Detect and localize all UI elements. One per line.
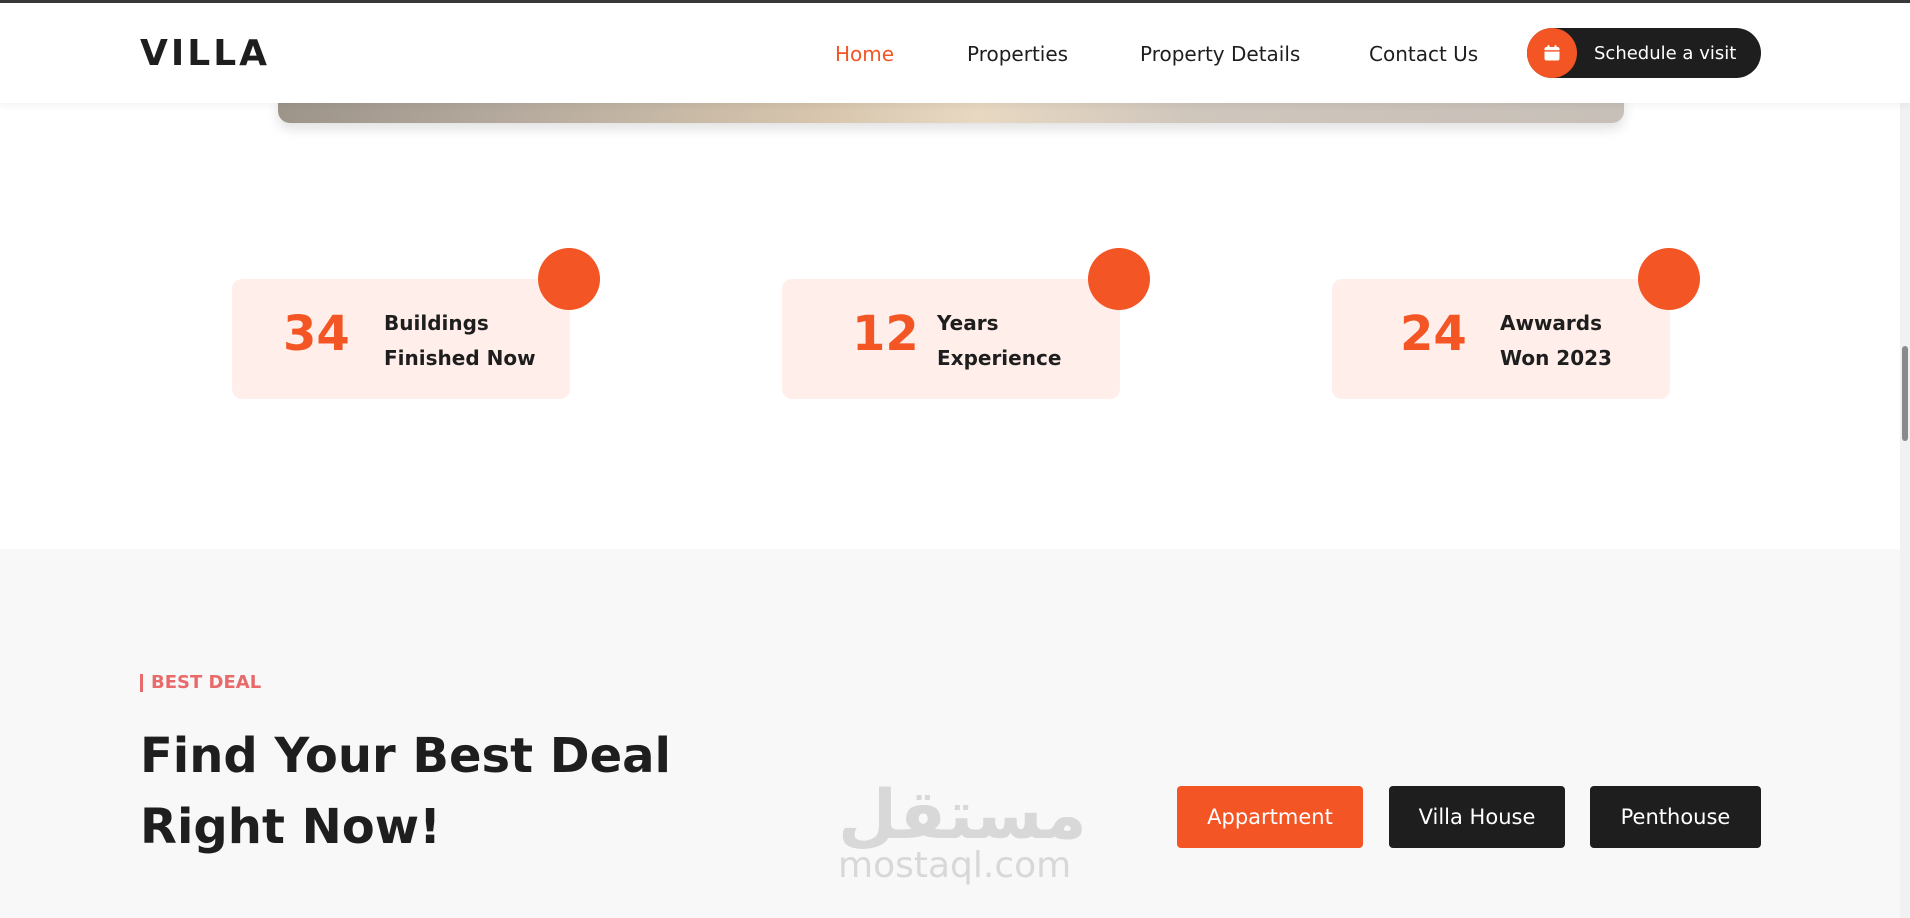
schedule-visit-button[interactable]: Schedule a visit — [1527, 28, 1761, 78]
section-title-line1: Find Your Best Deal — [140, 728, 671, 784]
nav-contact-us[interactable]: Contact Us — [1369, 42, 1478, 66]
stat-card-years: 12 Years Experience — [782, 279, 1120, 399]
stat-label: Years Experience — [937, 306, 1061, 376]
stat-number: 34 — [283, 306, 350, 362]
stat-label-line2: Experience — [937, 346, 1062, 370]
section-tag: BEST DEAL — [140, 674, 261, 692]
nav-home[interactable]: Home — [835, 42, 894, 66]
nav-property-details[interactable]: Property Details — [1140, 42, 1300, 66]
nav-properties[interactable]: Properties — [967, 42, 1068, 66]
stat-number: 24 — [1400, 306, 1467, 362]
site-header: VILLA Home Properties Property Details C… — [0, 3, 1910, 103]
stat-number: 12 — [852, 306, 919, 362]
calendar-icon — [1527, 28, 1577, 78]
tab-penthouse[interactable]: Penthouse — [1590, 786, 1761, 848]
stat-card-buildings: 34 Buildings Finished Now — [232, 279, 570, 399]
scrollbar-thumb[interactable] — [1902, 346, 1908, 441]
stat-card-awards: 24 Awwards Won 2023 — [1332, 279, 1670, 399]
tab-villa-house[interactable]: Villa House — [1389, 786, 1565, 848]
section-title-line2: Right Now! — [140, 799, 441, 855]
page-scrollbar[interactable] — [1900, 3, 1910, 918]
stat-accent-circle — [1638, 248, 1700, 310]
site-logo[interactable]: VILLA — [140, 33, 270, 74]
stat-accent-circle — [538, 248, 600, 310]
stat-label-line2: Finished Now — [384, 346, 536, 370]
stat-label-line1: Buildings — [384, 311, 489, 335]
stat-label-line1: Awwards — [1500, 311, 1603, 335]
section-title: Find Your Best Deal Right Now! — [140, 721, 671, 863]
watermark-arabic: مستقل — [838, 776, 1087, 855]
stat-label: Awwards Won 2023 — [1500, 306, 1612, 376]
stat-label-line1: Years — [937, 311, 999, 335]
mostaql-watermark: مستقل mostaql.com — [838, 776, 1087, 886]
watermark-latin: mostaql.com — [838, 845, 1072, 886]
schedule-visit-label: Schedule a visit — [1594, 42, 1737, 64]
tab-appartment[interactable]: Appartment — [1177, 786, 1363, 848]
stat-label: Buildings Finished Now — [384, 306, 536, 376]
stat-accent-circle — [1088, 248, 1150, 310]
stat-label-line2: Won 2023 — [1500, 346, 1612, 370]
